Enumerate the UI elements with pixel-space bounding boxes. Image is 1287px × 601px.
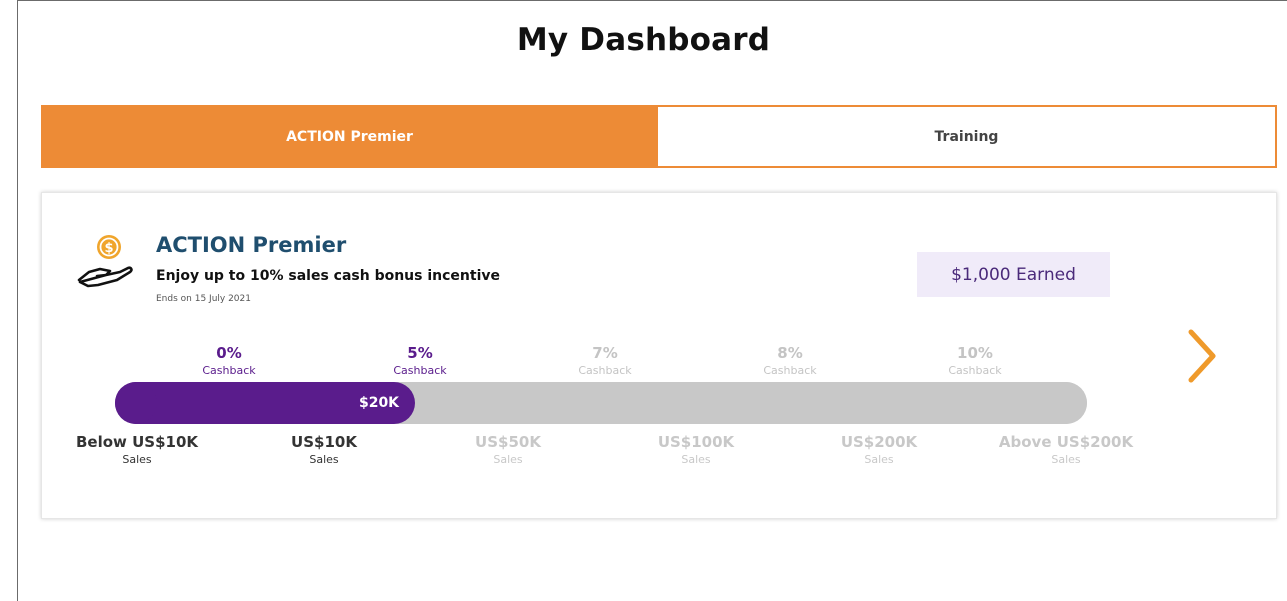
chevron-right-icon[interactable] <box>1185 327 1219 385</box>
level-amount: US$200K <box>840 433 918 451</box>
tab-training[interactable]: Training <box>658 105 1277 168</box>
svg-text:$: $ <box>104 241 113 256</box>
tier-percent: 0% <box>216 344 242 362</box>
tier-percent: 10% <box>957 344 993 362</box>
progress-node-3 <box>673 382 715 424</box>
level-amount: Above US$200K <box>998 433 1134 451</box>
progress-node-4 <box>859 382 901 424</box>
progress-node-2 <box>487 382 529 424</box>
tier-label: Cashback <box>763 364 817 377</box>
progress-node-5 <box>1045 382 1087 424</box>
tier-percent: 7% <box>592 344 618 362</box>
level-label: Sales <box>864 453 894 466</box>
program-end-date: Ends on 15 July 2021 <box>156 294 251 304</box>
earned-badge: $1,000 Earned <box>917 252 1110 297</box>
tab-bar: ACTION Premier Training <box>41 105 1277 168</box>
progress-node-1 <box>301 382 343 424</box>
program-title: ACTION Premier <box>156 233 347 257</box>
hand-coin-icon: $ <box>77 235 133 288</box>
progress-node-0 <box>115 382 157 424</box>
tier-label: Cashback <box>948 364 1002 377</box>
level-label: Sales <box>122 453 152 466</box>
tab-action-premier[interactable]: ACTION Premier <box>41 105 658 168</box>
tier-percent: 5% <box>407 344 433 362</box>
tier-label: Cashback <box>393 364 447 377</box>
level-label: Sales <box>309 453 339 466</box>
level-amount: US$50K <box>475 433 541 451</box>
program-subtitle: Enjoy up to 10% sales cash bonus incenti… <box>156 268 500 284</box>
level-label: Sales <box>493 453 523 466</box>
page-title: My Dashboard <box>516 22 771 58</box>
current-sales-label: $20K <box>358 395 400 411</box>
tier-label: Cashback <box>202 364 256 377</box>
level-label: Sales <box>681 453 711 466</box>
level-amount: US$100K <box>657 433 735 451</box>
level-amount: Below US$10K <box>75 433 199 451</box>
level-amount: US$10K <box>291 433 357 451</box>
level-label: Sales <box>1051 453 1081 466</box>
tier-percent: 8% <box>777 344 803 362</box>
tier-label: Cashback <box>578 364 632 377</box>
